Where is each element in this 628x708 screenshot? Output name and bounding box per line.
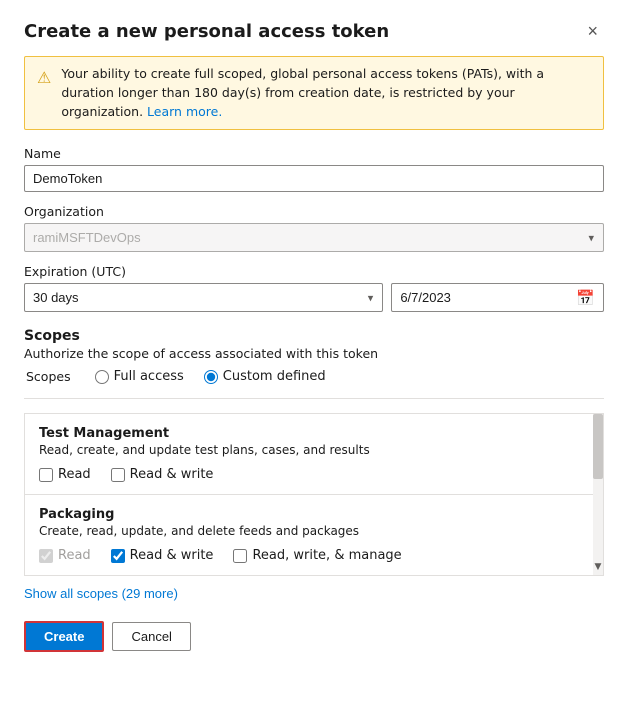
- divider-1: [24, 398, 604, 399]
- test-read-checkbox[interactable]: [39, 468, 53, 482]
- dialog-title: Create a new personal access token: [24, 21, 389, 42]
- packaging-read-option[interactable]: Read: [39, 548, 91, 563]
- test-management-title: Test Management: [39, 426, 589, 441]
- full-access-label: Full access: [114, 369, 184, 384]
- packaging-checkboxes: Read Read & write Read, write, & manage: [39, 548, 589, 563]
- full-access-option[interactable]: Full access: [95, 369, 184, 384]
- test-management-checkboxes: Read Read & write: [39, 467, 589, 482]
- test-read-write-checkbox[interactable]: [111, 468, 125, 482]
- name-label: Name: [24, 146, 604, 161]
- calendar-icon[interactable]: 📅: [576, 289, 595, 307]
- warning-banner: ⚠ Your ability to create full scoped, gl…: [24, 56, 604, 130]
- name-input[interactable]: [24, 165, 604, 192]
- scrollbar-track: ▼: [593, 414, 603, 575]
- close-button[interactable]: ×: [581, 20, 604, 42]
- expiration-select[interactable]: 30 days 60 days 90 days 180 days 1 year …: [24, 283, 383, 312]
- packaging-read-checkbox[interactable]: [39, 549, 53, 563]
- packaging-read-write-label: Read & write: [130, 548, 214, 563]
- create-button[interactable]: Create: [24, 621, 104, 652]
- full-access-radio[interactable]: [95, 370, 109, 384]
- scopes-label: Scopes: [26, 369, 71, 384]
- packaging-title: Packaging: [39, 507, 589, 522]
- test-management-section: Test Management Read, create, and update…: [25, 414, 603, 494]
- expiration-date-input[interactable]: [400, 290, 576, 305]
- scopes-title: Scopes: [24, 328, 604, 344]
- org-label: Organization: [24, 204, 604, 219]
- footer-actions: Create Cancel: [24, 621, 604, 652]
- expiration-row: 30 days 60 days 90 days 180 days 1 year …: [24, 283, 604, 312]
- show-scopes-label: Show all scopes: [24, 586, 118, 601]
- custom-defined-option[interactable]: Custom defined: [204, 369, 326, 384]
- packaging-desc: Create, read, update, and delete feeds a…: [39, 524, 589, 538]
- cancel-button[interactable]: Cancel: [112, 622, 190, 651]
- test-read-write-option[interactable]: Read & write: [111, 467, 214, 482]
- scopes-description: Authorize the scope of access associated…: [24, 346, 604, 361]
- custom-defined-label: Custom defined: [223, 369, 326, 384]
- packaging-read-write-checkbox[interactable]: [111, 549, 125, 563]
- org-select-wrapper: ramiMSFTDevOps ▾: [24, 223, 604, 252]
- test-read-option[interactable]: Read: [39, 467, 91, 482]
- test-read-write-label: Read & write: [130, 467, 214, 482]
- scroll-down-arrow[interactable]: ▼: [593, 559, 603, 575]
- expiration-select-wrapper: 30 days 60 days 90 days 180 days 1 year …: [24, 283, 383, 312]
- create-pat-dialog: Create a new personal access token × ⚠ Y…: [0, 0, 628, 708]
- test-management-desc: Read, create, and update test plans, cas…: [39, 443, 589, 457]
- show-all-scopes-button[interactable]: Show all scopes (29 more): [24, 586, 178, 601]
- scrollbar-thumb[interactable]: [593, 414, 603, 479]
- dialog-header: Create a new personal access token ×: [24, 20, 604, 42]
- packaging-read-write-manage-checkbox[interactable]: [233, 549, 247, 563]
- packaging-read-write-option[interactable]: Read & write: [111, 548, 214, 563]
- scopes-section: Scopes Authorize the scope of access ass…: [24, 328, 604, 384]
- org-select[interactable]: ramiMSFTDevOps: [24, 223, 604, 252]
- packaging-section: Packaging Create, read, update, and dele…: [25, 495, 603, 575]
- packaging-read-label: Read: [58, 548, 91, 563]
- scopes-options: Scopes Full access Custom defined: [26, 369, 604, 384]
- custom-defined-radio[interactable]: [204, 370, 218, 384]
- warning-text: Your ability to create full scoped, glob…: [61, 65, 591, 121]
- test-read-label: Read: [58, 467, 91, 482]
- expiration-date-wrapper: 📅: [391, 283, 604, 312]
- warning-icon: ⚠: [37, 66, 51, 121]
- show-scopes-count: (29 more): [122, 586, 178, 601]
- expiration-label: Expiration (UTC): [24, 264, 604, 279]
- learn-more-link[interactable]: Learn more.: [147, 104, 222, 119]
- scopes-list-area: Test Management Read, create, and update…: [24, 413, 604, 576]
- packaging-read-write-manage-label: Read, write, & manage: [252, 548, 401, 563]
- packaging-read-write-manage-option[interactable]: Read, write, & manage: [233, 548, 401, 563]
